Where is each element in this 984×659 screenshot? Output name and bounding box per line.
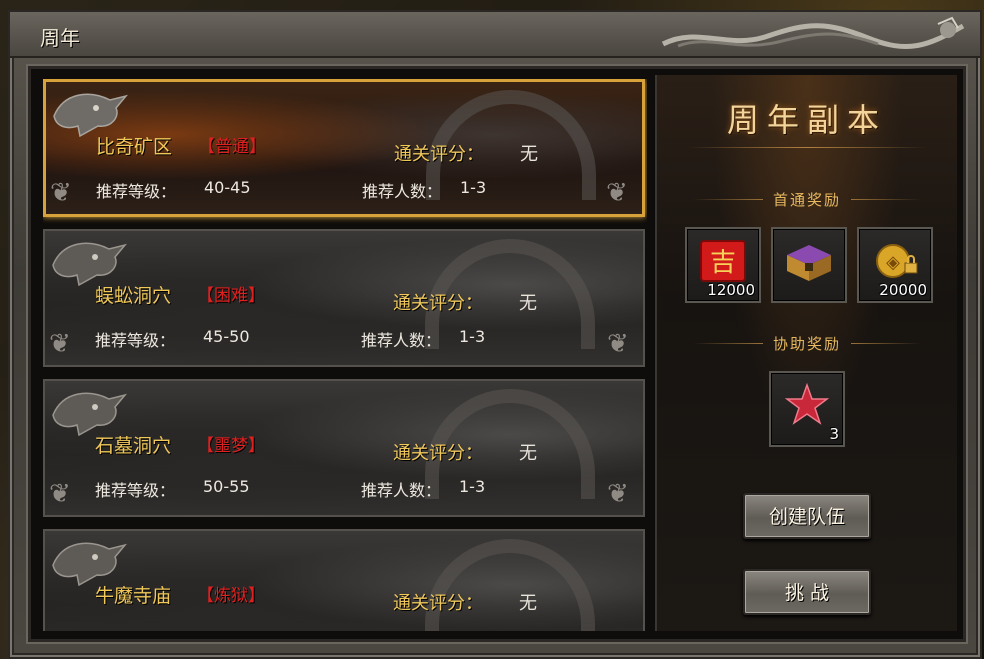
corner-swirl-icon: ❦ <box>607 329 629 359</box>
recommended-players-value: 1-3 <box>459 477 486 496</box>
dungeon-name: 石墓洞穴 <box>95 435 172 457</box>
dungeon-card-centipede-cave[interactable]: ❦ ❦ 蜈蚣洞穴 【困难】 通关评分： 无 推荐等级： 45-50 推荐人数： … <box>43 229 645 367</box>
recommended-players-value: 1-3 <box>459 327 486 346</box>
clear-rating-value: 无 <box>519 593 537 614</box>
recommended-players-label: 推荐人数： <box>361 481 442 500</box>
dungeon-card-biqi-mine[interactable]: ❦ ❦ 比奇矿区 【普通】 通关评分： 无 推荐等级： 40-45 推荐人数： … <box>43 79 645 217</box>
difficulty-badge: 【普通】 <box>198 137 266 157</box>
reward-slot[interactable]: 吉 12000 <box>685 227 761 303</box>
dungeon-name: 比奇矿区 <box>96 136 173 158</box>
difficulty-badge: 【噩梦】 <box>197 436 265 456</box>
svg-text:吉: 吉 <box>710 248 736 278</box>
recommended-players-label: 推荐人数： <box>362 182 443 201</box>
create-team-button[interactable]: 创建队伍 <box>743 493 871 539</box>
item-count: 12000 <box>707 281 755 299</box>
cave-arch-art <box>425 539 595 631</box>
first-clear-reward-title: 首通奖励 <box>772 191 841 209</box>
treasure-chest-icon <box>787 245 831 281</box>
item-count: 3 <box>829 425 839 443</box>
window-content: ❦ ❦ 比奇矿区 【普通】 通关评分： 无 推荐等级： 40-45 推荐人数： … <box>28 66 966 642</box>
dungeon-card-bull-demon-temple[interactable]: 牛魔寺庙 【炼狱】 通关评分： 无 <box>43 529 645 631</box>
clear-rating-label: 通关评分： <box>394 144 484 165</box>
clear-rating-label: 通关评分： <box>393 593 483 614</box>
corner-swirl-icon: ❦ <box>50 178 72 208</box>
recommended-level-value: 50-55 <box>203 477 250 496</box>
reward-slot[interactable]: ◈ 20000 <box>857 227 933 303</box>
window-title: 周年 <box>40 26 80 50</box>
dungeon-name: 牛魔寺庙 <box>95 585 172 607</box>
dragon-ornament-icon <box>661 16 965 50</box>
corner-swirl-icon: ❦ <box>49 479 71 509</box>
red-envelope-icon: 吉 <box>700 240 746 282</box>
clear-rating-label: 通关评分： <box>393 293 483 314</box>
dungeon-card-stone-tomb-cave[interactable]: ❦ ❦ 石墓洞穴 【噩梦】 通关评分： 无 推荐等级： 50-55 推荐人数： … <box>43 379 645 517</box>
item-count: 20000 <box>879 281 927 299</box>
recommended-players-value: 1-3 <box>460 178 487 197</box>
corner-swirl-icon: ❦ <box>607 479 629 509</box>
title-divider <box>687 147 927 148</box>
recommended-level-value: 45-50 <box>203 327 250 346</box>
panel-title: 周年副本 <box>726 101 887 139</box>
clear-rating-value: 无 <box>520 144 538 165</box>
challenge-button[interactable]: 挑 战 <box>743 569 871 615</box>
recommended-players-label: 推荐人数： <box>361 331 442 350</box>
recommended-level-value: 40-45 <box>204 178 251 197</box>
reward-slot[interactable]: 3 <box>769 371 845 447</box>
clear-rating-value: 无 <box>519 293 537 314</box>
dungeon-detail-panel: 周年副本 首通奖励 吉 12000 ◈ 20000 协助奖励 3 创建队伍 挑 … <box>655 75 957 631</box>
difficulty-badge: 【炼狱】 <box>197 586 265 606</box>
dungeon-list[interactable]: ❦ ❦ 比奇矿区 【普通】 通关评分： 无 推荐等级： 40-45 推荐人数： … <box>43 79 647 631</box>
recommended-level-label: 推荐等级： <box>95 481 176 500</box>
difficulty-badge: 【困难】 <box>197 286 265 306</box>
corner-swirl-icon: ❦ <box>49 329 71 359</box>
recommended-level-label: 推荐等级： <box>96 182 177 201</box>
locked-gold-coin-icon: ◈ <box>876 244 918 278</box>
red-star-gem-icon <box>784 383 830 425</box>
corner-swirl-icon: ❦ <box>606 178 628 208</box>
svg-text:◈: ◈ <box>886 252 900 273</box>
dungeon-name: 蜈蚣洞穴 <box>95 285 172 307</box>
recommended-level-label: 推荐等级： <box>95 331 176 350</box>
reward-slot[interactable] <box>771 227 847 303</box>
window-title-bar[interactable]: 周年 <box>10 12 980 58</box>
clear-rating-value: 无 <box>519 443 537 464</box>
assist-reward-title: 协助奖励 <box>772 335 841 353</box>
dungeon-window: 周年 ❦ ❦ 比奇矿区 【普通】 通关评分： 无 推荐等级： 40-45 推荐人… <box>8 10 982 659</box>
clear-rating-label: 通关评分： <box>393 443 483 464</box>
